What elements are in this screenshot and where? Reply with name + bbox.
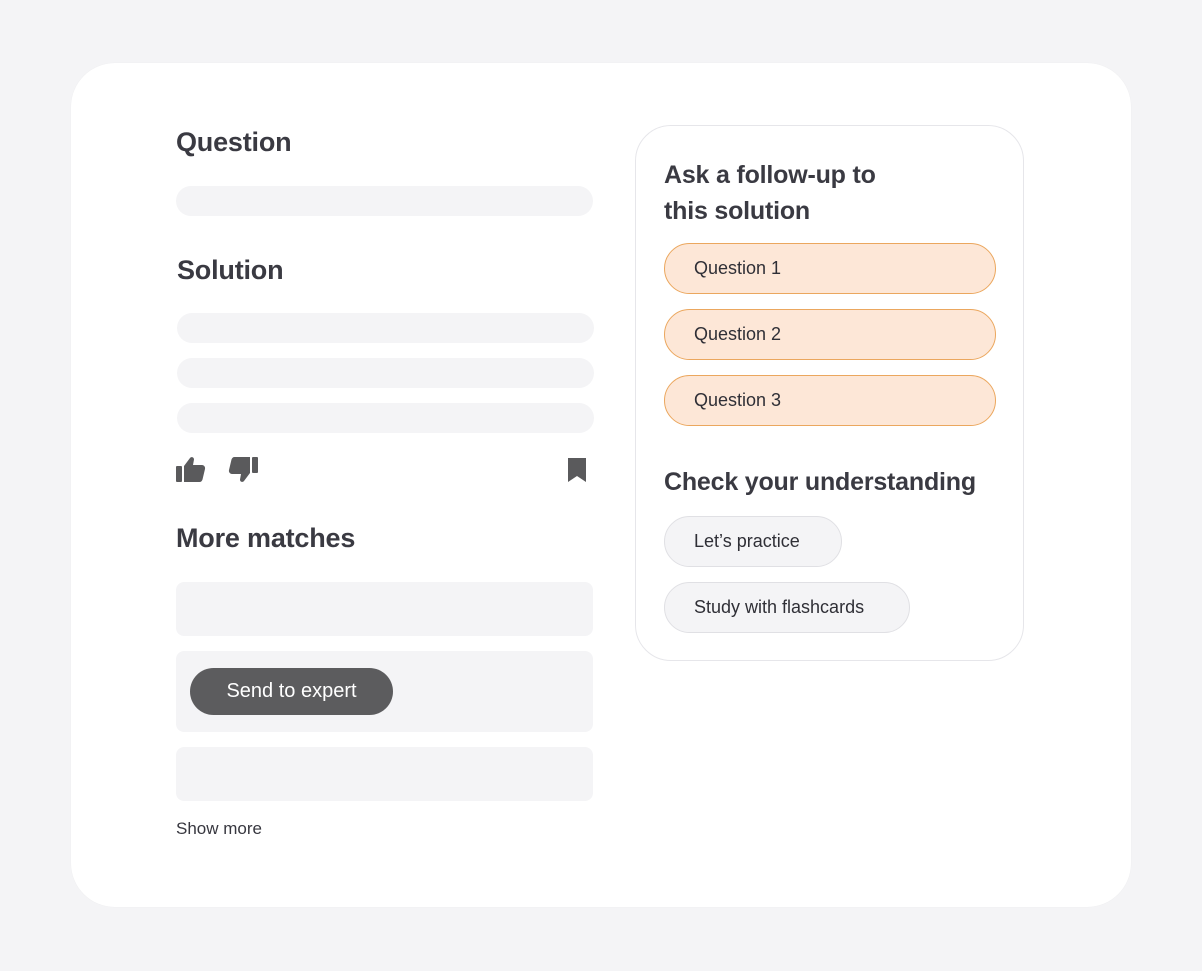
follow-up-question-2[interactable]: Question 2	[664, 309, 996, 360]
match-item[interactable]	[176, 582, 593, 636]
follow-up-question-1[interactable]: Question 1	[664, 243, 996, 294]
follow-up-title: Ask a follow-up to this solution	[664, 157, 876, 229]
practice-button[interactable]: Let’s practice	[664, 516, 842, 567]
flashcards-button[interactable]: Study with flashcards	[664, 582, 910, 633]
follow-up-panel: Ask a follow-up to this solution Questio…	[635, 125, 1024, 661]
follow-up-title-line: this solution	[664, 197, 810, 225]
thumbs-down-icon[interactable]	[226, 453, 260, 487]
match-item[interactable]	[176, 747, 593, 801]
solution-line-placeholder	[177, 403, 594, 433]
question-heading: Question	[176, 127, 292, 157]
bookmark-icon[interactable]	[560, 453, 594, 487]
understanding-title: Check your understanding	[664, 468, 976, 496]
solution-line-placeholder	[177, 358, 594, 388]
thumbs-up-icon[interactable]	[174, 452, 208, 486]
send-to-expert-button[interactable]: Send to expert	[190, 668, 393, 715]
question-placeholder	[176, 186, 593, 216]
follow-up-title-line: Ask a follow-up to	[664, 161, 876, 189]
show-more-link[interactable]: Show more	[176, 819, 262, 839]
solution-heading: Solution	[177, 255, 284, 285]
follow-up-question-3[interactable]: Question 3	[664, 375, 996, 426]
match-item: Send to expert	[176, 651, 593, 732]
more-matches-heading: More matches	[176, 523, 356, 553]
main-card: Question Solution More matches Send to e…	[71, 63, 1131, 907]
solution-line-placeholder	[177, 313, 594, 343]
